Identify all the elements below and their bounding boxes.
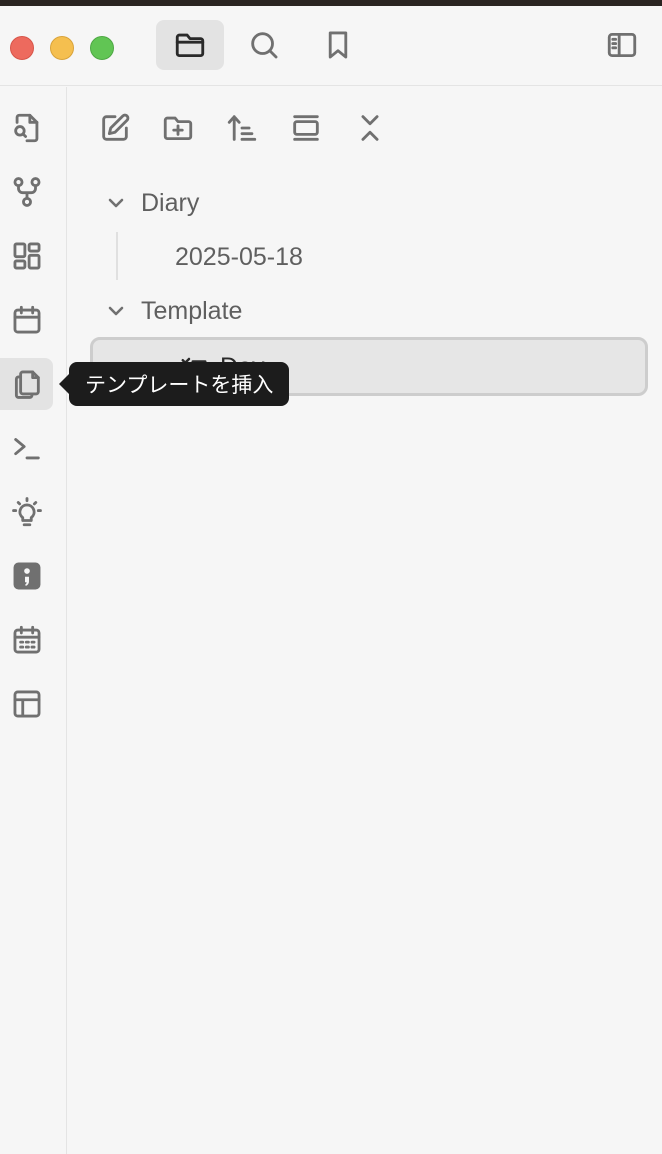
file-search-icon	[13, 113, 38, 143]
collapse-view-button[interactable]	[284, 106, 328, 150]
terminal-icon	[13, 438, 40, 460]
bookmark-icon	[328, 31, 348, 59]
folder-diary[interactable]: Diary	[90, 177, 648, 229]
maximize-window-button[interactable]	[90, 36, 114, 60]
lightbulb-icon	[11, 497, 42, 527]
ribbon-templates[interactable]	[0, 358, 53, 410]
ribbon-graph[interactable]	[0, 166, 53, 218]
new-folder-icon	[163, 116, 193, 141]
layout-dashboard-icon	[13, 242, 40, 270]
sort-button[interactable]	[220, 106, 264, 150]
search-icon	[251, 32, 278, 59]
tooltip: テンプレートを挿入	[58, 362, 290, 406]
calendar-icon	[13, 305, 40, 334]
ribbon-plugin[interactable]	[0, 550, 53, 602]
plugin-badge-icon	[13, 562, 40, 590]
file-label: 2025-05-18	[175, 242, 303, 271]
folder-label: Diary	[141, 188, 200, 217]
minimize-window-button[interactable]	[50, 36, 74, 60]
collapse-all-icon	[361, 115, 379, 141]
title-bar	[0, 6, 662, 86]
ribbon-file-search[interactable]	[0, 102, 53, 154]
folder-template[interactable]: Template	[90, 285, 648, 337]
sort-icon	[227, 115, 257, 141]
templates-icon	[14, 370, 40, 399]
ribbon-calendar[interactable]	[0, 294, 53, 346]
tab-files[interactable]	[156, 20, 224, 70]
sidebar-toggle-button[interactable]	[588, 20, 656, 70]
ribbon-dashboard[interactable]	[0, 230, 53, 282]
tab-search[interactable]	[230, 20, 298, 70]
table-icon	[13, 690, 40, 718]
folder-label: Template	[141, 296, 243, 325]
collapse-view-icon	[293, 115, 319, 141]
new-note-button[interactable]	[93, 106, 137, 150]
calendar-days-icon	[13, 625, 40, 654]
new-note-icon	[102, 113, 130, 141]
folder-icon	[175, 33, 205, 58]
close-window-button[interactable]	[10, 36, 34, 60]
new-folder-button[interactable]	[156, 106, 200, 150]
collapse-all-button[interactable]	[348, 106, 392, 150]
ribbon-ideas[interactable]	[0, 486, 53, 538]
graph-icon	[13, 177, 40, 207]
tab-bookmarks[interactable]	[304, 20, 372, 70]
sidebar-toggle-icon	[607, 32, 637, 58]
ribbon-terminal[interactable]	[0, 422, 53, 474]
ribbon-table[interactable]	[0, 678, 53, 730]
left-ribbon	[0, 87, 67, 1154]
ribbon-calendar-days[interactable]	[0, 614, 53, 666]
chevron-down-icon	[108, 198, 124, 208]
chevron-down-icon	[108, 306, 124, 316]
file-2025-05-18[interactable]: 2025-05-18	[90, 231, 648, 283]
